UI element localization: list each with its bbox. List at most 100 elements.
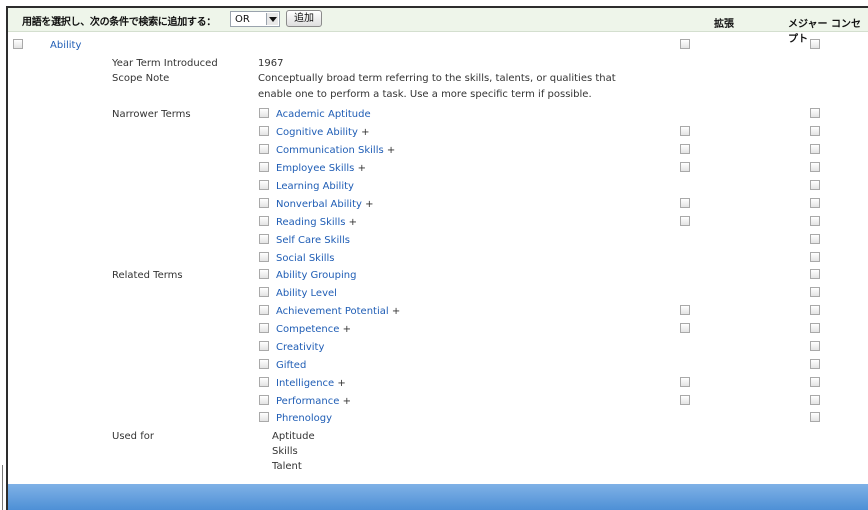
term-checkbox[interactable] [259, 377, 269, 387]
explode-column-header: 拡張 [714, 19, 734, 30]
used-for-label: Used for [112, 431, 154, 442]
expand-plus[interactable]: + [343, 396, 351, 407]
major-concept-checkbox[interactable] [810, 252, 820, 262]
term-link[interactable]: Social Skills [276, 253, 335, 264]
term-link[interactable]: Reading Skills [276, 217, 345, 228]
term-checkbox[interactable] [259, 108, 269, 118]
major-concept-checkbox[interactable] [810, 180, 820, 190]
expand-plus[interactable]: + [343, 324, 351, 335]
explode-checkbox[interactable] [680, 198, 690, 208]
scope-note-line: enable one to perform a task. Use a more… [258, 89, 592, 100]
expand-plus[interactable]: + [387, 145, 395, 156]
term-checkbox[interactable] [259, 198, 269, 208]
major-concept-checkbox[interactable] [810, 144, 820, 154]
major-concept-checkbox[interactable] [810, 341, 820, 351]
term-link[interactable]: Performance [276, 396, 339, 407]
explode-checkbox[interactable] [680, 126, 690, 136]
major-concept-checkbox[interactable] [810, 269, 820, 279]
term-link[interactable]: Creativity [276, 342, 324, 353]
term-checkbox[interactable] [259, 252, 269, 262]
major-concept-checkbox[interactable] [810, 198, 820, 208]
term-checkbox[interactable] [259, 395, 269, 405]
major-concept-checkbox[interactable] [810, 395, 820, 405]
explode-checkbox[interactable] [680, 144, 690, 154]
term-row: Competence + [276, 324, 351, 335]
term-checkbox[interactable] [259, 412, 269, 422]
term-link[interactable]: Communication Skills [276, 145, 384, 156]
term-row: Ability Grouping [276, 270, 356, 281]
term-row: Self Care Skills [276, 235, 350, 246]
explode-checkbox[interactable] [680, 395, 690, 405]
term-link[interactable]: Learning Ability [276, 181, 354, 192]
term-link[interactable]: Gifted [276, 360, 306, 371]
term-row: Communication Skills + [276, 145, 395, 156]
term-row: Intelligence + [276, 378, 346, 389]
explode-checkbox[interactable] [680, 162, 690, 172]
term-link[interactable]: Ability Level [276, 288, 337, 299]
term-checkbox[interactable] [259, 359, 269, 369]
term-row: Achievement Potential + [276, 306, 400, 317]
term-checkbox[interactable] [259, 216, 269, 226]
expand-plus[interactable]: + [349, 217, 357, 228]
expand-plus[interactable]: + [392, 306, 400, 317]
term-link[interactable]: Employee Skills [276, 163, 354, 174]
major-concept-checkbox[interactable] [810, 126, 820, 136]
major-concept-checkbox[interactable] [810, 359, 820, 369]
footer-bar [8, 484, 868, 510]
term-checkbox[interactable] [259, 144, 269, 154]
term-row: Academic Aptitude [276, 109, 371, 120]
term-link[interactable]: Achievement Potential [276, 306, 389, 317]
term-checkbox[interactable] [259, 305, 269, 315]
major-concept-checkbox[interactable] [810, 412, 820, 422]
major-concept-checkbox[interactable] [810, 377, 820, 387]
expand-plus[interactable]: + [358, 163, 366, 174]
main-term-link[interactable]: Ability [50, 40, 81, 51]
term-row: Gifted [276, 360, 306, 371]
major-concept-checkbox[interactable] [810, 323, 820, 333]
term-checkbox[interactable] [259, 269, 269, 279]
term-link[interactable]: Intelligence [276, 378, 334, 389]
term-checkbox[interactable] [259, 234, 269, 244]
term-link[interactable]: Cognitive Ability [276, 127, 358, 138]
term-link[interactable]: Self Care Skills [276, 235, 350, 246]
term-checkbox[interactable] [259, 323, 269, 333]
expand-plus[interactable]: + [337, 378, 345, 389]
major-concept-checkbox[interactable] [810, 216, 820, 226]
term-checkbox[interactable] [259, 341, 269, 351]
term-row: Phrenology [276, 413, 332, 424]
explode-checkbox[interactable] [680, 305, 690, 315]
major-concept-checkbox[interactable] [810, 108, 820, 118]
major-concept-checkbox[interactable] [810, 162, 820, 172]
term-link[interactable]: Nonverbal Ability [276, 199, 362, 210]
add-button[interactable]: 追加 [286, 10, 322, 27]
term-link[interactable]: Academic Aptitude [276, 109, 371, 120]
explode-checkbox[interactable] [680, 39, 690, 49]
term-link[interactable]: Phrenology [276, 413, 332, 424]
term-checkbox[interactable] [259, 126, 269, 136]
used-for-item: Talent [272, 461, 302, 472]
major-concept-checkbox[interactable] [810, 287, 820, 297]
term-row: Creativity [276, 342, 324, 353]
term-link[interactable]: Ability Grouping [276, 270, 356, 281]
explode-checkbox[interactable] [680, 216, 690, 226]
term-row: Cognitive Ability + [276, 127, 369, 138]
boolean-operator-select[interactable]: OR [230, 11, 280, 27]
major-concept-column-header: メジャー コンセプト [788, 19, 861, 45]
term-row: Learning Ability [276, 181, 354, 192]
explode-checkbox[interactable] [680, 377, 690, 387]
term-row: Reading Skills + [276, 217, 357, 228]
term-checkbox[interactable] [259, 180, 269, 190]
chevron-down-icon[interactable] [266, 13, 278, 25]
term-link[interactable]: Competence [276, 324, 339, 335]
major-concept-checkbox[interactable] [810, 234, 820, 244]
term-checkbox[interactable] [259, 287, 269, 297]
used-for-item: Skills [272, 446, 298, 457]
expand-plus[interactable]: + [365, 199, 373, 210]
major-concept-checkbox[interactable] [810, 305, 820, 315]
term-row: Performance + [276, 396, 351, 407]
term-checkbox[interactable] [13, 39, 23, 49]
expand-plus[interactable]: + [361, 127, 369, 138]
term-checkbox[interactable] [259, 162, 269, 172]
explode-checkbox[interactable] [680, 323, 690, 333]
major-concept-checkbox[interactable] [810, 39, 820, 49]
